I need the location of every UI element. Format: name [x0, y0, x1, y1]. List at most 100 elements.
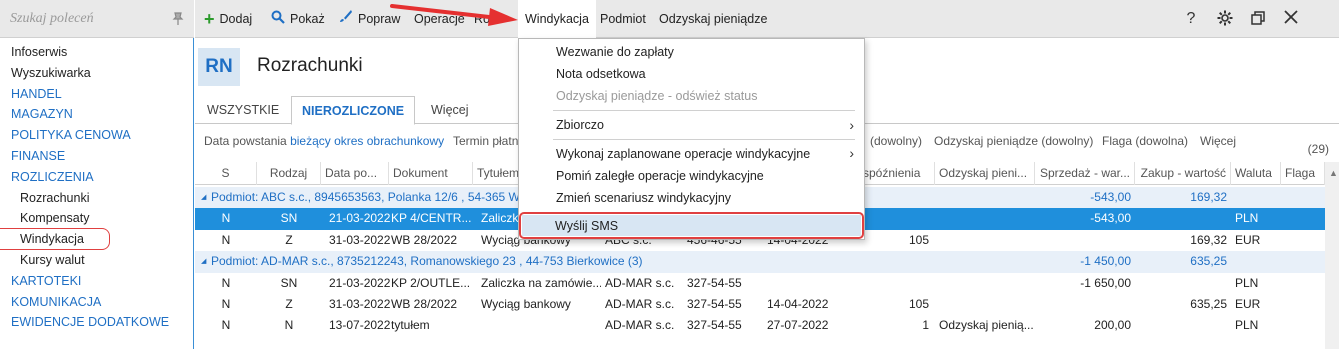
menu-item-bulk[interactable]: Zbiorczo [556, 114, 856, 136]
module-badge: RN [198, 48, 240, 86]
scrollbar[interactable] [1325, 162, 1339, 349]
menu-item-run-planned[interactable]: Wykonaj zaplanowane operacje windykacyjn… [556, 143, 810, 165]
sidebar-item-rozrachunki[interactable]: Rozrachunki [0, 188, 194, 209]
table-row[interactable]: N N 13-07-2022 tytułem AD-MAR s.c. 327-54-55 2… [195, 315, 1325, 337]
column-header[interactable]: Waluta [1231, 162, 1281, 185]
cell-s: N [221, 211, 231, 226]
filter-term[interactable]: Termin płatn [453, 134, 518, 148]
search-icon [271, 0, 285, 38]
menu-separator [553, 110, 855, 111]
filter-date[interactable]: Data powstania bieżący okres obrachunkow… [204, 134, 444, 148]
cell-recover: Odzyskaj pienią... [939, 318, 1034, 333]
search-input[interactable] [10, 8, 160, 30]
cell-date: 31-03-2022 [329, 232, 391, 247]
column-header[interactable]: Sprzedaż - war... [1035, 162, 1135, 185]
add-button[interactable]: + Dodaj [204, 0, 252, 38]
cell-doc: KP 4/CENTR... [391, 211, 472, 226]
cell-cur: EUR [1235, 297, 1261, 311]
table-row[interactable]: N SN 21-03-2022 KP 2/OUTLE... Zaliczka na za… [195, 272, 1325, 294]
cell-s: N [221, 232, 231, 247]
cell-cur: PLN [1235, 318, 1259, 333]
sidebar-item-ewidencje-dodatkowe[interactable]: EWIDENCJE DODATKOWE [0, 312, 194, 333]
cell-nip: 327-54-55 [687, 297, 742, 311]
toolbar: + Dodaj Pokaż Popraw Operacje Ro Windykac… [195, 0, 1339, 38]
collapse-triangle-icon[interactable]: ◢ [201, 251, 206, 272]
cell-party: AD-MAR s.c. [605, 297, 675, 311]
group-label: Podmiot: ABC s.c., 8945653563, Polanka 1… [211, 190, 531, 204]
add-label: Dodaj [219, 12, 253, 26]
group-sale-total: -1 450,00 [1080, 254, 1131, 269]
filter-recover[interactable]: Odzyskaj pieniądze (dowolny) [934, 134, 1093, 148]
group-sale-total: -543,00 [1090, 190, 1131, 204]
chevron-right-icon: › [849, 117, 854, 133]
cell-doc: WB 28/2022 [391, 297, 458, 311]
tab-unsettled[interactable]: NIEROZLICZONE [291, 96, 416, 125]
menu-item-refresh-status: Odzyskaj pieniądze - odśwież status [556, 89, 758, 103]
cell-s: N [221, 297, 231, 311]
cell-kind: SN [280, 275, 298, 290]
cell-buy: 169,32 [1190, 232, 1227, 247]
help-icon[interactable]: ? [1182, 10, 1200, 28]
chevron-right-icon: › [849, 145, 854, 161]
record-count: (29) [1307, 142, 1329, 156]
cell-date: 31-03-2022 [329, 297, 391, 311]
close-icon[interactable] [1282, 10, 1300, 29]
sidebar-item-infoserwis[interactable]: Infoserwis [0, 42, 194, 63]
filter-late[interactable]: (dowolny) [870, 134, 922, 148]
sidebar-item-rozliczenia[interactable]: ROZLICZENIA [0, 167, 194, 188]
cell-kind: SN [280, 211, 298, 226]
sidebar-item-polityka-cenowa[interactable]: POLITYKA CENOWA [0, 125, 194, 146]
collapse-triangle-icon[interactable]: ◢ [201, 187, 206, 208]
column-header[interactable]: Rodzaj [257, 162, 321, 185]
page-title: Rozrachunki [257, 55, 363, 76]
sidebar-item-kompensaty[interactable]: Kompensaty [0, 208, 194, 229]
column-header[interactable]: spóźnienia [859, 162, 935, 185]
sidebar-item-magazyn[interactable]: MAGAZYN [0, 104, 194, 125]
gear-icon[interactable] [1216, 10, 1234, 31]
group-buy-total: 169,32 [1190, 190, 1227, 204]
cell-sale: -543,00 [1090, 211, 1131, 226]
plus-icon: + [204, 9, 215, 29]
cell-nip: 327-54-55 [687, 275, 742, 290]
column-header[interactable]: Zakup - wartość [1135, 162, 1231, 185]
cell-s: N [221, 318, 231, 333]
filter-date-label: Data powstania [204, 134, 287, 148]
sidebar-item-kartoteki[interactable]: KARTOTEKI [0, 271, 194, 292]
restore-window-icon[interactable] [1249, 10, 1267, 31]
table-row[interactable]: N Z 31-03-2022 WB 28/2022 Wyciąg bankowy AD-M… [195, 294, 1325, 316]
pin-icon[interactable] [172, 12, 184, 26]
search-box [0, 0, 194, 38]
tab-more[interactable]: Więcej [421, 96, 479, 124]
recover-money-button[interactable]: Odzyskaj pieniądze [659, 0, 767, 38]
podmiot-label: Podmiot [600, 12, 646, 26]
cell-kind: N [284, 318, 294, 333]
tab-all[interactable]: WSZYSTKIE [197, 96, 289, 124]
menu-item-skip-overdue[interactable]: Pomiń zaległe operacje windykacyjne [556, 165, 764, 187]
filter-flag[interactable]: Flaga (dowolna) [1102, 134, 1188, 148]
filter-more[interactable]: Więcej [1200, 134, 1236, 148]
scroll-up-icon[interactable]: ▲ [1329, 168, 1338, 178]
sidebar-item-finanse[interactable]: FINANSE [0, 146, 194, 167]
filter-date-value: bieżący okres obrachunkowy [290, 134, 445, 148]
menu-item-change-scenario[interactable]: Zmień scenariusz windykacyjny [556, 187, 731, 209]
cell-doc: tytułem [391, 318, 430, 333]
cell-party: AD-MAR s.c. [605, 275, 675, 290]
sidebar-item-komunikacja[interactable]: KOMUNIKACJA [0, 292, 194, 313]
menu-item-interest-note[interactable]: Nota odsetkowa [556, 63, 646, 85]
column-header[interactable]: Data po... [321, 162, 389, 185]
cell-due: 27-07-2022 [767, 318, 829, 333]
column-header[interactable]: S [195, 162, 257, 185]
sidebar-item-wyszukiwarka[interactable]: Wyszukiwarka [0, 63, 194, 84]
group-row[interactable]: ◢ Podmiot: AD-MAR s.c., 8735212243, Roman… [195, 251, 1325, 273]
menu-item-bulk-label: Zbiorczo [556, 118, 604, 132]
show-button[interactable]: Pokaż [271, 0, 325, 38]
sidebar-item-handel[interactable]: HANDEL [0, 84, 194, 105]
sidebar-item-kursy-walut[interactable]: Kursy walut [0, 250, 194, 271]
column-header[interactable]: Odzyskaj pieni... [935, 162, 1035, 185]
column-header[interactable]: Flaga [1281, 162, 1325, 185]
column-header[interactable]: Dokument [389, 162, 473, 185]
podmiot-button[interactable]: Podmiot [600, 0, 646, 38]
cell-cur: PLN [1235, 211, 1259, 226]
menu-item-payment-demand[interactable]: Wezwanie do zapłaty [556, 41, 674, 63]
cell-title: Wyciąg bankowy [481, 297, 571, 311]
